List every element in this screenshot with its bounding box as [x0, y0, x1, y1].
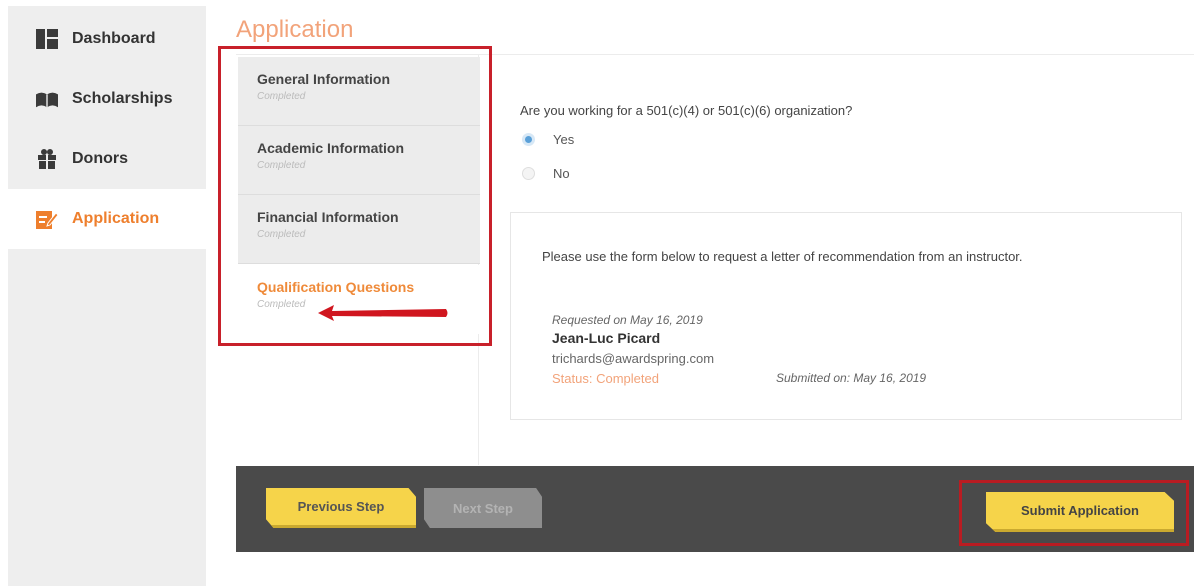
- dashboard-icon: [36, 28, 58, 50]
- requested-date: Requested on May 16, 2019: [552, 313, 703, 327]
- previous-step-button[interactable]: Previous Step: [266, 488, 416, 528]
- sidebar-item-donors[interactable]: Donors: [8, 129, 206, 189]
- sidebar-item-scholarships[interactable]: Scholarships: [8, 69, 206, 129]
- submit-application-button[interactable]: Submit Application: [986, 492, 1174, 532]
- edit-icon: [36, 208, 58, 230]
- arrow-left-icon: [316, 303, 450, 328]
- sidebar-item-label: Application: [72, 210, 160, 227]
- gift-icon: [36, 148, 58, 170]
- radio-button[interactable]: [522, 133, 535, 146]
- recommender-email: trichards@awardspring.com: [552, 351, 715, 366]
- sidebar-item-label: Dashboard: [72, 30, 156, 47]
- next-step-button[interactable]: Next Step: [424, 488, 542, 528]
- status-text: Status: Completed: [552, 371, 659, 386]
- sidebar-item-application[interactable]: Application: [8, 189, 206, 249]
- radio-button[interactable]: [522, 167, 535, 180]
- submitted-date: Submitted on: May 16, 2019: [776, 371, 927, 385]
- page-title: Application: [236, 16, 354, 43]
- steps-highlight-box: [218, 46, 492, 346]
- radio-label: No: [553, 166, 570, 181]
- sidebar-item-dashboard[interactable]: Dashboard: [8, 9, 206, 69]
- radio-label: Yes: [553, 132, 575, 147]
- recommendation-instruction: Please use the form below to request a l…: [542, 249, 1023, 264]
- recommender-name: Jean-Luc Picard: [552, 330, 661, 346]
- book-icon: [36, 88, 58, 110]
- radio-option-no[interactable]: No: [522, 166, 570, 181]
- sidebar: Dashboard Scholarships Donors Applicatio…: [8, 6, 206, 586]
- sidebar-item-label: Donors: [72, 150, 128, 167]
- radio-option-yes[interactable]: Yes: [522, 132, 574, 147]
- question-text: Are you working for a 501(c)(4) or 501(c…: [520, 103, 853, 118]
- sidebar-item-label: Scholarships: [72, 90, 173, 107]
